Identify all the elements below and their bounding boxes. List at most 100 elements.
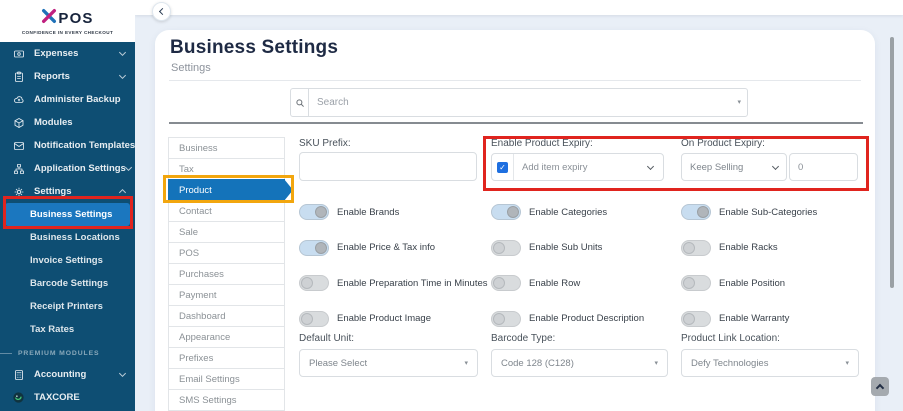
sidebar-item-accounting[interactable]: Accounting (0, 363, 135, 386)
sidebar-item-label: Application Settings (34, 163, 126, 174)
search-icon (291, 89, 309, 116)
chevron-down-icon (772, 162, 779, 169)
active-tab-arrow (284, 179, 293, 201)
sidebar-item-barcode-settings[interactable]: Barcode Settings (0, 272, 135, 295)
enable-brands-toggle[interactable] (299, 204, 329, 220)
expenses-icon (12, 47, 25, 60)
add-item-expiry-select[interactable]: Add item expiry (514, 162, 648, 173)
sku-prefix-input[interactable] (299, 152, 477, 181)
toggle-knob (507, 206, 519, 218)
tab-product[interactable]: Product (168, 179, 285, 201)
logo-text: POS (58, 10, 93, 27)
xpos-x-logo-icon (41, 8, 57, 29)
toggle-row-enable-warranty: Enable Warranty (681, 311, 859, 327)
toggle-row-enable-racks: Enable Racks (681, 240, 859, 256)
app-logo: POS CONFIDENCE IN EVERY CHECKOUT (0, 0, 135, 42)
toggle-label: Enable Brands (337, 207, 399, 218)
back-button[interactable] (152, 2, 171, 21)
sidebar-item-tax-rates[interactable]: Tax Rates (0, 318, 135, 341)
divider (169, 80, 861, 81)
settings-tab-list: BusinessTax Product Contact Sale POS Purchase… (168, 138, 285, 411)
enable-price-and-tax-info-toggle[interactable] (299, 240, 329, 256)
chevron-down-icon (647, 162, 654, 169)
field-default-unit: Default Unit:Please Select▾ (299, 333, 478, 377)
enable-preparation-time-in-minutes-toggle[interactable] (299, 275, 329, 291)
enable-product-image-toggle[interactable] (299, 311, 329, 327)
backup-icon (12, 93, 25, 106)
tab-appearance[interactable]: Appearance (168, 326, 285, 348)
tab-pos[interactable]: POS (168, 242, 285, 264)
tab-sale[interactable]: Sale (168, 221, 285, 243)
toggle-label: Enable Sub Units (529, 242, 602, 253)
sidebar-item-receipt-printers[interactable]: Receipt Printers (0, 295, 135, 318)
mail-icon (12, 139, 25, 152)
toggle-knob (315, 206, 327, 218)
enable-row-toggle[interactable] (491, 275, 521, 291)
tab-purchases[interactable]: Purchases (168, 263, 285, 285)
gear-icon (12, 185, 25, 198)
app-window: POS CONFIDENCE IN EVERY CHECKOUT Expense… (0, 0, 903, 411)
toggle-knob (683, 277, 695, 289)
tab-label: Prefixes (179, 353, 213, 364)
toggle-label: Enable Warranty (719, 313, 789, 324)
tab-business[interactable]: Business (168, 137, 285, 159)
tab-label: Product (179, 185, 212, 196)
sidebar-item-reports[interactable]: Reports (0, 65, 135, 88)
tab-tax[interactable]: Tax (168, 158, 285, 180)
tab-label: POS (179, 248, 199, 259)
chevron-left-icon (159, 8, 166, 15)
sidebar-item-expenses[interactable]: Expenses (0, 42, 135, 65)
default-unit-select[interactable]: Please Select▾ (299, 349, 478, 377)
barcode-type-label: Barcode Type: (491, 333, 668, 344)
toggle-label: Enable Product Image (337, 313, 431, 324)
sidebar-item-label: Settings (34, 186, 120, 197)
page-title: Business Settings (170, 37, 338, 59)
tab-payment[interactable]: Payment (168, 284, 285, 306)
sidebar-item-modules[interactable]: Modules (0, 111, 135, 134)
tab-dashboard[interactable]: Dashboard (168, 305, 285, 327)
toggle-label: Enable Sub-Categories (719, 207, 817, 218)
toggle-row-enable-product-image: Enable Product Image (299, 311, 491, 327)
chevron-up-icon (876, 384, 884, 392)
sidebar-item-taxcore[interactable]: TAXCORE (0, 386, 135, 409)
sidebar-item-settings[interactable]: Settings (0, 180, 135, 203)
toggle-knob (683, 242, 695, 254)
enable-racks-toggle[interactable] (681, 240, 711, 256)
toggle-row-enable-sub-units: Enable Sub Units (491, 240, 681, 256)
enable-sub-categories-toggle[interactable] (681, 204, 711, 220)
enable-product-description-toggle[interactable] (491, 311, 521, 327)
dropdown-row: Default Unit:Please Select▾ Barcode Type:… (299, 333, 859, 377)
scrollbar-thumb[interactable] (890, 37, 894, 288)
tab-label: Sale (179, 227, 198, 238)
sidebar-item-label: Administer Backup (34, 94, 125, 105)
on-product-expiry-label: On Product Expiry: (681, 138, 765, 149)
business-settings-card: Business Settings Settings ▾ BusinessTax… (155, 30, 875, 411)
tab-prefixes[interactable]: Prefixes (168, 347, 285, 369)
enable-sub-units-toggle[interactable] (491, 240, 521, 256)
accounting-icon (12, 368, 25, 381)
toggle-knob (493, 313, 505, 325)
on-product-expiry-select[interactable]: Keep Selling (681, 153, 787, 181)
add-item-expiry-checkbox[interactable]: ✓ (497, 162, 508, 173)
enable-categories-toggle[interactable] (491, 204, 521, 220)
sidebar-item-business-settings[interactable]: Business Settings (5, 203, 130, 226)
enable-position-toggle[interactable] (681, 275, 711, 291)
expiry-days-input[interactable] (789, 153, 858, 181)
sidebar-item-administer-backup[interactable]: Administer Backup (0, 88, 135, 111)
caret-down-icon: ▾ (737, 99, 741, 106)
barcode-type-select[interactable]: Code 128 (C128)▾ (491, 349, 668, 377)
tab-sms-settings[interactable]: SMS Settings (168, 389, 285, 411)
sidebar-item-invoice-settings[interactable]: Invoice Settings (0, 249, 135, 272)
toggle-knob (301, 313, 313, 325)
tab-label: Dashboard (179, 311, 225, 322)
tab-email-settings[interactable]: Email Settings (168, 368, 285, 390)
scroll-to-top-button[interactable] (871, 377, 889, 396)
tab-contact[interactable]: Contact (168, 200, 285, 222)
sidebar-item-business-locations[interactable]: Business Locations (0, 226, 135, 249)
toggle-knob (697, 206, 709, 218)
product-link-location-select[interactable]: Defy Technologies▾ (681, 349, 859, 377)
sidebar-item-notification-templates[interactable]: Notification Templates (0, 134, 135, 157)
search-input[interactable] (309, 89, 737, 116)
enable-warranty-toggle[interactable] (681, 311, 711, 327)
sidebar-item-application-settings[interactable]: Application Settings (0, 157, 135, 180)
